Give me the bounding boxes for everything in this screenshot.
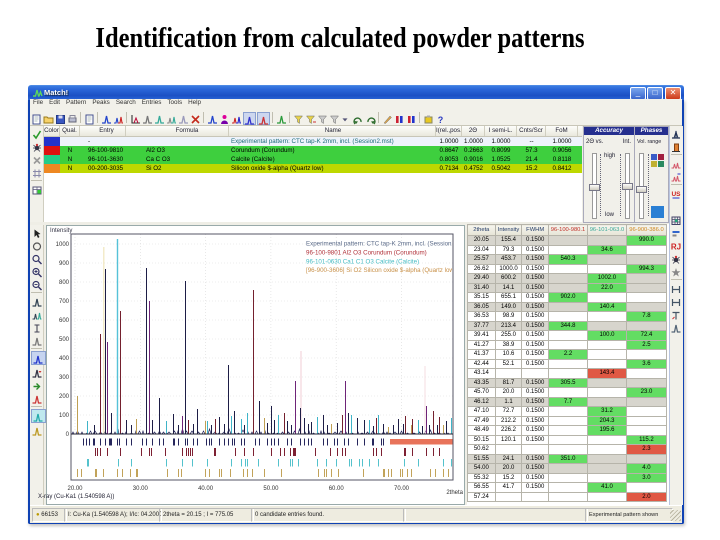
svg-text:40.00: 40.00 — [198, 486, 214, 492]
svg-text:2theta: 2theta — [446, 490, 463, 496]
svg-text:?: ? — [438, 115, 444, 125]
svg-text:500: 500 — [59, 337, 70, 343]
svg-text:70.00: 70.00 — [394, 486, 410, 492]
svg-text:60.00: 60.00 — [329, 486, 345, 492]
svg-text:0: 0 — [66, 432, 70, 438]
svg-text:30.00: 30.00 — [133, 486, 149, 492]
svg-text:700: 700 — [59, 299, 70, 305]
svg-text:300: 300 — [59, 375, 70, 381]
svg-text:1000: 1000 — [56, 242, 70, 248]
svg-text:200: 200 — [59, 394, 70, 400]
svg-text:20.00: 20.00 — [67, 486, 83, 492]
svg-text:800: 800 — [59, 280, 70, 286]
svg-text:96-100-9801 Al2 O3 Corundum (: 96-100-9801 Al2 O3 Corundum (Corundum) — [306, 249, 427, 256]
svg-text:100: 100 — [59, 413, 70, 419]
svg-text:96-101-0630 Ca1 C1 O3 Calcite: 96-101-0630 Ca1 C1 O3 Calcite (Calcite) — [306, 258, 419, 265]
svg-text:400: 400 — [59, 356, 70, 362]
svg-text:RJ: RJ — [671, 243, 681, 252]
svg-text:600: 600 — [59, 318, 70, 324]
svg-text:50.00: 50.00 — [263, 486, 279, 492]
svg-text:900: 900 — [59, 261, 70, 267]
svg-text:US: US — [671, 191, 681, 198]
svg-text:Experimental pattern: CTC tap-: Experimental pattern: CTC tap-K 2mm, inc… — [306, 241, 466, 248]
svg-text:[96-900-3606] Si O2 Silicon ox: [96-900-3606] Si O2 Silicon oxide $-alph… — [306, 267, 456, 274]
